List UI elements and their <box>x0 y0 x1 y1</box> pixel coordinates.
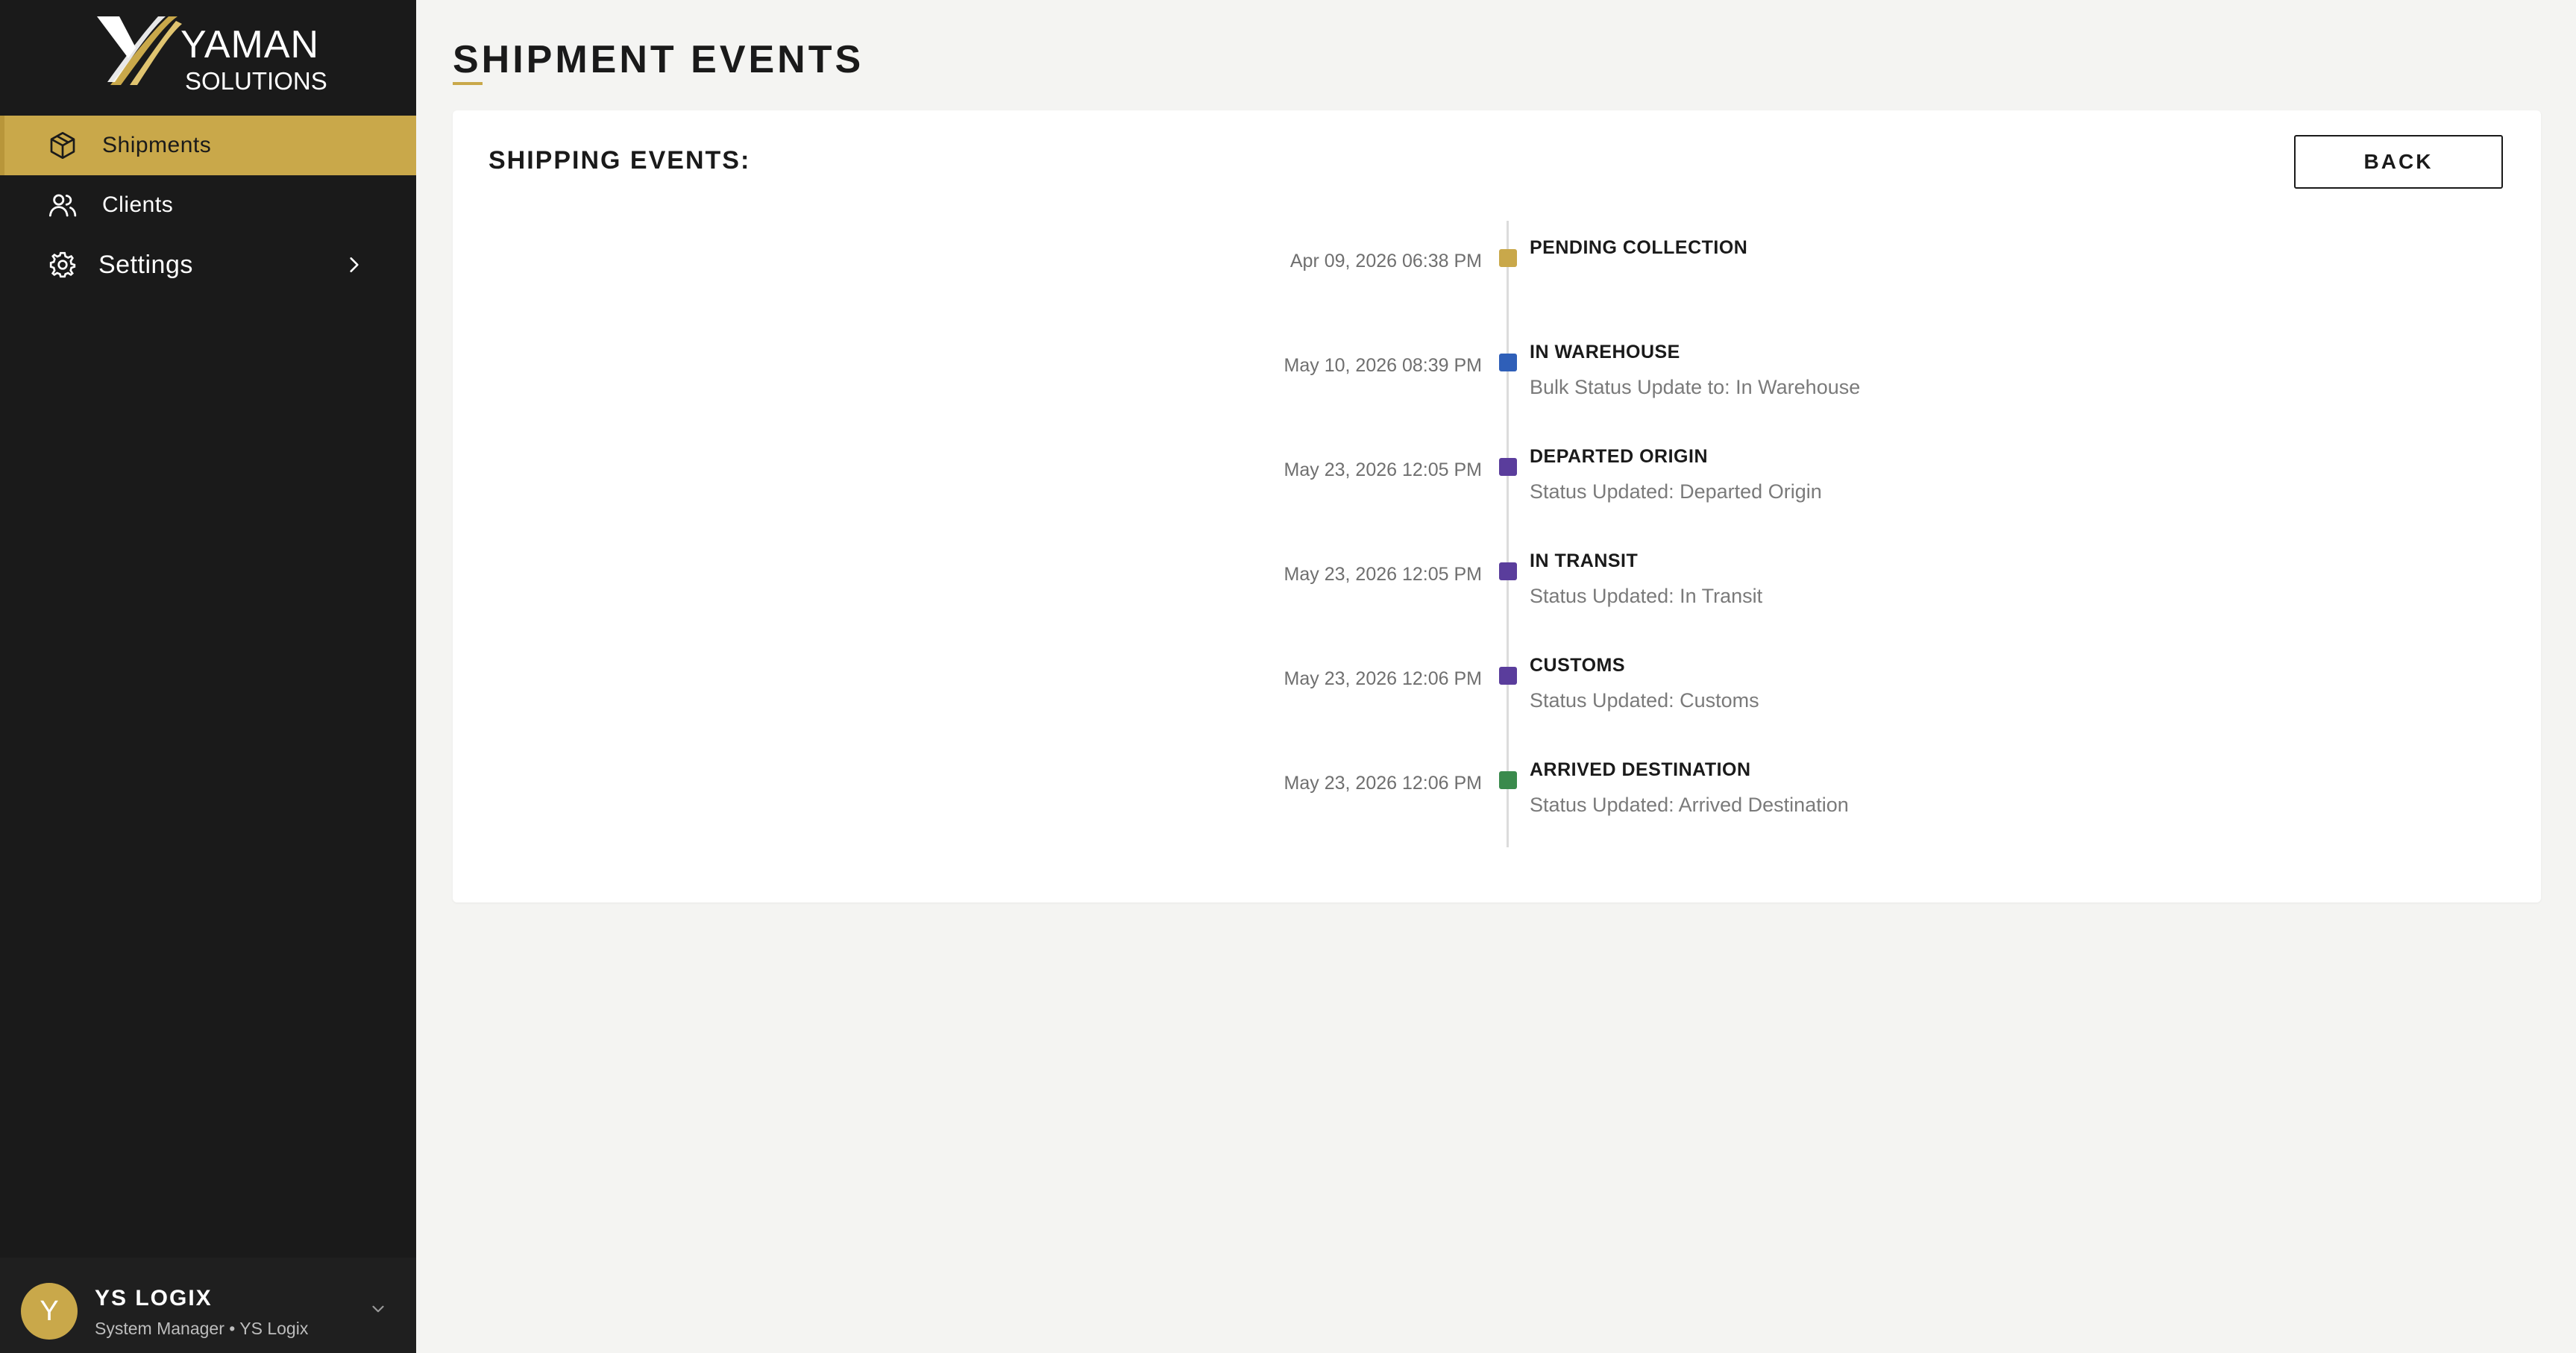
users-icon <box>46 189 79 222</box>
event-description: Status Updated: In Transit <box>1530 585 1763 607</box>
event-marker <box>1499 562 1517 580</box>
brand-name: YAMAN <box>180 23 320 66</box>
event-status: IN TRANSIT <box>1530 550 1639 571</box>
sidebar-item-shipments[interactable]: Shipments <box>0 116 416 175</box>
event-status: ARRIVED DESTINATION <box>1530 759 1751 780</box>
sidebar: YAMAN SOLUTIONS Shipments Clients Settin… <box>0 0 416 1353</box>
event-marker <box>1499 667 1517 685</box>
event-description: Status Updated: Departed Origin <box>1530 480 1822 503</box>
gear-icon <box>46 248 79 281</box>
sidebar-item-label: Shipments <box>102 133 212 157</box>
package-icon <box>46 129 79 162</box>
timeline-event: May 10, 2026 08:39 PM IN WAREHOUSE Bulk … <box>453 325 2541 430</box>
event-date: Apr 09, 2026 06:38 PM <box>1289 251 1482 271</box>
user-menu[interactable]: Y YS LOGIX System Manager • YS Logix <box>0 1258 416 1353</box>
user-role: System Manager • YS Logix <box>95 1319 309 1338</box>
sidebar-item-settings[interactable]: Settings <box>0 235 416 295</box>
sidebar-item-clients[interactable]: Clients <box>0 175 416 235</box>
event-status: DEPARTED ORIGIN <box>1530 446 1708 467</box>
brand-subtitle: SOLUTIONS <box>185 67 327 95</box>
app-window: YAMAN SOLUTIONS Shipments Clients Settin… <box>0 0 2576 1353</box>
sidebar-nav: Shipments Clients Settings <box>0 116 416 295</box>
event-date: May 23, 2026 12:05 PM <box>1284 564 1482 585</box>
event-date: May 10, 2026 08:39 PM <box>1284 355 1482 376</box>
avatar: Y <box>21 1283 78 1340</box>
event-status: IN WAREHOUSE <box>1530 342 1680 362</box>
main-content: SHIPMENT EVENTS SHIPPING EVENTS: BACK Ap… <box>416 0 2576 1353</box>
user-name: YS LOGIX <box>95 1286 213 1310</box>
sidebar-item-label: Settings <box>98 250 193 279</box>
timeline-event: May 23, 2026 12:06 PM ARRIVED DESTINATIO… <box>453 743 2541 847</box>
back-button[interactable]: BACK <box>2294 135 2503 189</box>
event-date: May 23, 2026 12:05 PM <box>1284 459 1482 480</box>
event-marker <box>1499 249 1517 267</box>
event-date: May 23, 2026 12:06 PM <box>1284 668 1482 689</box>
event-marker <box>1499 354 1517 371</box>
events-card: SHIPPING EVENTS: BACK Apr 09, 2026 06:38… <box>453 110 2541 902</box>
brand-logo[interactable]: YAMAN SOLUTIONS <box>94 13 333 95</box>
chevron-down-icon[interactable] <box>368 1299 388 1319</box>
timeline-event: May 23, 2026 12:05 PM DEPARTED ORIGIN St… <box>453 430 2541 534</box>
timeline-event: May 23, 2026 12:05 PM IN TRANSIT Status … <box>453 534 2541 638</box>
page-title: SHIPMENT EVENTS <box>453 38 864 81</box>
chevron-right-icon[interactable] <box>343 254 365 276</box>
event-status: PENDING COLLECTION <box>1530 237 1748 258</box>
event-status: CUSTOMS <box>1530 655 1626 676</box>
timeline-event: Apr 09, 2026 06:38 PM PENDING COLLECTION <box>453 221 2541 325</box>
events-timeline: Apr 09, 2026 06:38 PM PENDING COLLECTION… <box>453 221 2541 847</box>
event-description: Status Updated: Customs <box>1530 689 1759 712</box>
sidebar-item-label: Clients <box>102 192 174 217</box>
event-marker <box>1499 771 1517 789</box>
brand-mark-icon <box>97 16 182 85</box>
title-underline <box>453 82 483 85</box>
event-description: Status Updated: Arrived Destination <box>1530 794 1849 816</box>
event-marker <box>1499 458 1517 476</box>
event-description: Bulk Status Update to: In Warehouse <box>1530 376 1861 398</box>
timeline-event: May 23, 2026 12:06 PM CUSTOMS Status Upd… <box>453 638 2541 743</box>
event-date: May 23, 2026 12:06 PM <box>1284 773 1482 794</box>
card-title: SHIPPING EVENTS: <box>489 146 751 175</box>
